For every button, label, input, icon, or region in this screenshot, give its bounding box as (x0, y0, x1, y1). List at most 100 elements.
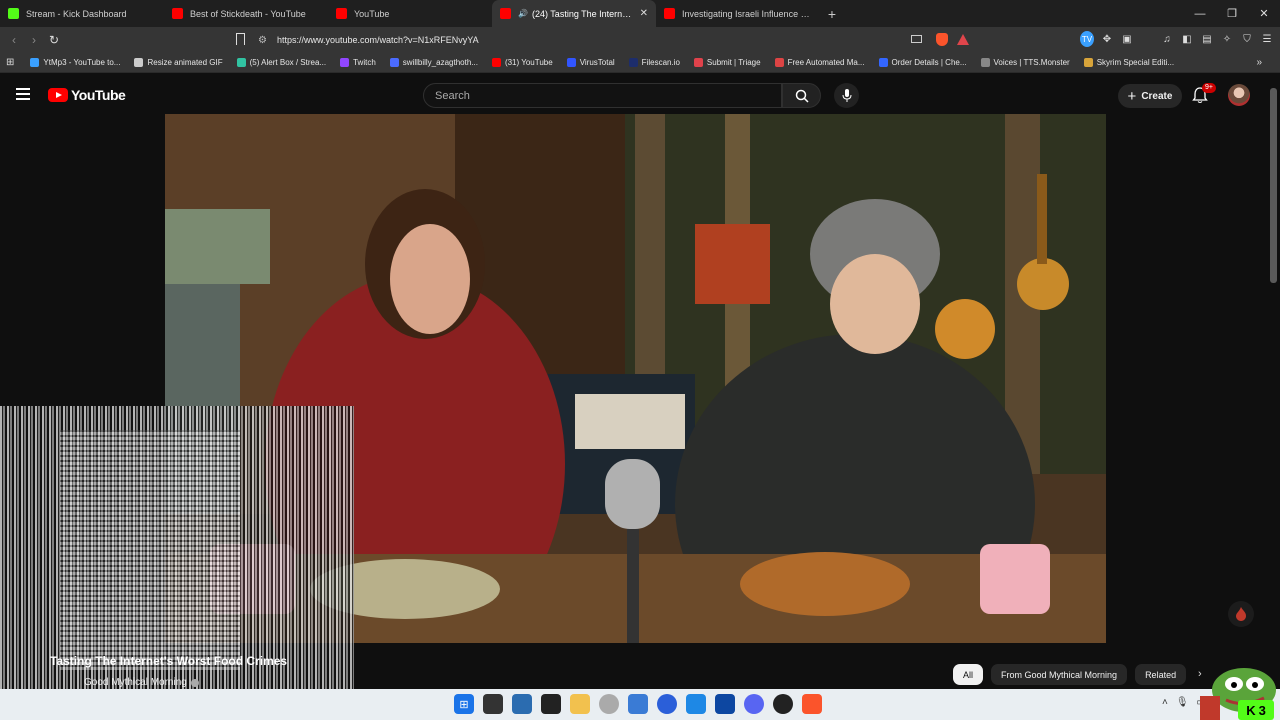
browser-tab[interactable]: YouTube (328, 0, 492, 27)
bookmark-item[interactable]: Free Automated Ma... (774, 58, 865, 67)
leo-icon[interactable]: ✧ (1220, 31, 1234, 47)
app-icon[interactable] (773, 694, 793, 714)
flame-icon (1236, 607, 1246, 621)
bookmark-favicon-icon (340, 58, 350, 67)
url-text: https://www.youtube.com/watch?v=N1xRFENv… (276, 35, 479, 45)
file-explorer-icon[interactable] (570, 694, 590, 714)
channel-name[interactable]: Good Mythical Morning (84, 677, 199, 688)
task-view-icon[interactable] (483, 694, 503, 714)
bookmark-label: Filescan.io (641, 58, 680, 67)
close-window-icon[interactable]: ✕ (1248, 0, 1280, 27)
page-scrollbar[interactable] (1270, 88, 1277, 283)
chip-channel[interactable]: From Good Mythical Morning (991, 664, 1128, 685)
browser-tab[interactable]: Best of Stickdeath - YouTube (164, 0, 328, 27)
tab-title: Investigating Israeli Influence on US (682, 8, 812, 19)
avatar[interactable] (1228, 84, 1250, 106)
video-title: Tasting The Internet's Worst Food Crimes (50, 654, 288, 668)
menu-icon[interactable]: ☰ (1260, 31, 1274, 47)
reload-icon[interactable]: ↻ (44, 33, 64, 47)
start-icon[interactable]: ⊞ (454, 694, 474, 714)
bookmark-label: (31) YouTube (504, 58, 553, 67)
taskbar-apps: ⊞ (454, 694, 822, 714)
bookmark-item[interactable]: VirusTotal (566, 58, 615, 67)
taskbar: ⊞ ˄ 🎙 ▭ (0, 689, 1280, 720)
bookmark-item[interactable]: swillbilly_azagthoth... (389, 58, 478, 67)
brave-icon[interactable] (802, 694, 822, 714)
verified-icon (190, 678, 199, 687)
bookmark-favicon-icon (134, 58, 144, 67)
search-input[interactable]: Search (423, 83, 782, 108)
browser-tab[interactable]: Investigating Israeli Influence on US (656, 0, 820, 27)
channel-name-text: Good Mythical Morning (84, 677, 187, 688)
app-icon[interactable] (512, 694, 532, 714)
bookmark-icon[interactable] (236, 33, 245, 45)
notifications-button[interactable]: 9+ (1192, 83, 1216, 105)
bookmark-item[interactable]: Submit | Triage (693, 58, 761, 67)
bookmark-item[interactable]: (5) Alert Box / Strea... (236, 58, 327, 67)
chevron-up-icon[interactable]: ˄ (1162, 697, 1168, 708)
extension-icon[interactable]: TV (1080, 31, 1094, 47)
bookmark-favicon-icon (774, 58, 784, 67)
sidebar-icon[interactable]: ◧ (1180, 31, 1194, 47)
bookmark-item[interactable]: Skyrim Special Editi... (1083, 58, 1174, 67)
bookmark-item[interactable]: Filescan.io (628, 58, 680, 67)
bookmark-favicon-icon (30, 58, 40, 67)
search-button[interactable] (782, 83, 821, 108)
microphone-tray-icon[interactable]: 🎙 (1176, 697, 1189, 708)
bookmarks-bar: ⊞ YtMp3 - YouTube to... Resize animated … (0, 53, 1280, 73)
extensions-toolbar: TV ✥ ▣ ♫ ◧ ▤ ✧ ⛉ ☰ (1080, 31, 1274, 47)
youtube-wordmark: YouTube (71, 87, 126, 103)
voice-search-button[interactable] (834, 83, 859, 108)
tab-title: Best of Stickdeath - YouTube (190, 8, 306, 19)
search-icon (795, 89, 809, 103)
minimize-icon[interactable]: — (1184, 0, 1216, 27)
app-icon[interactable] (715, 694, 735, 714)
new-tab-button[interactable]: + (820, 0, 844, 27)
browser-tab-bar: Stream - Kick Dashboard Best of Stickdea… (0, 0, 1280, 27)
bookmark-item[interactable]: (31) YouTube (491, 58, 553, 67)
forward-icon[interactable]: › (24, 33, 44, 47)
app-icon[interactable] (657, 694, 677, 714)
browser-tab[interactable]: Stream - Kick Dashboard (0, 0, 164, 27)
bookmark-item[interactable]: Resize animated GIF (134, 58, 223, 67)
bookmark-favicon-icon (389, 58, 399, 67)
app-icon[interactable] (628, 694, 648, 714)
bookmark-item[interactable]: Voices | TTS.Monster (980, 58, 1070, 67)
url-field[interactable]: ⚙ https://www.youtube.com/watch?v=N1xRFE… (258, 27, 479, 53)
overlay-noise-light (60, 430, 240, 670)
flame-icon[interactable] (1228, 601, 1254, 627)
wallet-icon[interactable]: ▤ (1200, 31, 1214, 47)
bookmark-favicon-icon (628, 58, 638, 67)
guide-menu-icon[interactable] (16, 88, 30, 100)
bookmark-item[interactable]: Order Details | Che... (878, 58, 967, 67)
brave-rewards-icon[interactable] (957, 34, 969, 45)
bookmark-label: Free Automated Ma... (787, 58, 865, 67)
chip-all[interactable]: All (953, 664, 984, 685)
restore-icon[interactable]: ❐ (1216, 0, 1248, 27)
brave-shield-icon[interactable] (936, 33, 948, 46)
app-icon[interactable] (686, 694, 706, 714)
back-icon[interactable]: ‹ (4, 33, 24, 47)
bookmark-item[interactable]: YtMp3 - YouTube to... (30, 58, 120, 67)
media-icon[interactable]: ♫ (1160, 31, 1174, 47)
youtube-logo[interactable]: YouTube (48, 87, 126, 103)
cast-icon[interactable] (911, 35, 922, 43)
apps-grid-icon[interactable]: ⊞ (6, 57, 14, 68)
app-icon[interactable] (599, 694, 619, 714)
audio-playing-icon[interactable]: 🔊 (518, 9, 528, 18)
browser-tab-active[interactable]: 🔊 (24) Tasting The Internet's Wo ✕ (492, 0, 656, 27)
screenshot-icon[interactable]: ▣ (1120, 31, 1134, 47)
more-bookmarks-icon[interactable]: » (1256, 57, 1262, 68)
bookmark-label: (5) Alert Box / Strea... (249, 58, 327, 67)
bookmark-label: Voices | TTS.Monster (993, 58, 1070, 67)
create-button[interactable]: + Create (1118, 84, 1182, 108)
bookmark-favicon-icon (491, 58, 501, 67)
puzzle-icon[interactable]: ✥ (1100, 31, 1114, 47)
bookmark-item[interactable]: Twitch (340, 58, 376, 67)
discord-icon[interactable] (744, 694, 764, 714)
close-tab-icon[interactable]: ✕ (640, 8, 648, 19)
chip-related[interactable]: Related (1135, 664, 1187, 685)
vpn-icon[interactable]: ⛉ (1240, 31, 1254, 47)
app-icon[interactable] (541, 694, 561, 714)
site-settings-icon[interactable]: ⚙ (258, 35, 267, 46)
